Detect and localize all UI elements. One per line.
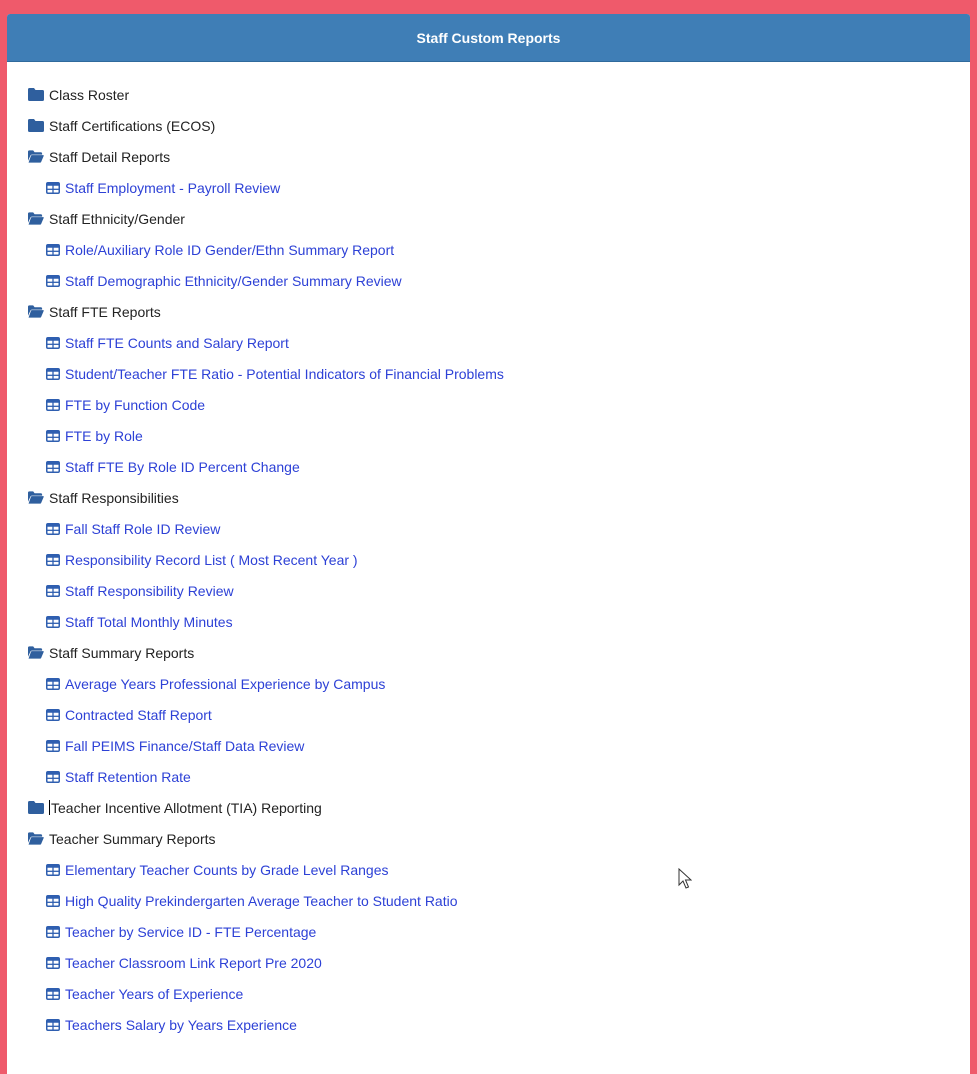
table-icon (46, 615, 60, 628)
report-link[interactable]: Staff Responsibility Review (7, 575, 970, 606)
report-label: Staff Employment - Payroll Review (65, 179, 281, 196)
report-link[interactable]: High Quality Prekindergarten Average Tea… (7, 885, 970, 916)
table-icon (46, 460, 60, 473)
folder-label: Staff Ethnicity/Gender (49, 210, 185, 227)
report-link[interactable]: Teacher Years of Experience (7, 978, 970, 1009)
report-link[interactable]: Elementary Teacher Counts by Grade Level… (7, 854, 970, 885)
folder-label: Staff Detail Reports (49, 148, 171, 165)
tree-folder[interactable]: Staff Responsibilities (7, 482, 970, 513)
folder-open-icon (28, 491, 44, 504)
report-link[interactable]: Fall Staff Role ID Review (7, 513, 970, 544)
report-link[interactable]: Staff Employment - Payroll Review (7, 172, 970, 203)
report-link[interactable]: FTE by Role (7, 420, 970, 451)
folder-label: Teacher Summary Reports (49, 830, 216, 847)
panel-title: Staff Custom Reports (416, 29, 561, 46)
folder-open-icon (28, 212, 44, 225)
report-label: Teachers Salary by Years Experience (65, 1016, 297, 1033)
report-link[interactable]: Teacher Classroom Link Report Pre 2020 (7, 947, 970, 978)
report-link[interactable]: Contracted Staff Report (7, 699, 970, 730)
folder-open-icon (28, 646, 44, 659)
table-icon (46, 553, 60, 566)
tree-folder[interactable]: Class Roster (7, 79, 970, 110)
report-link[interactable]: Teachers Salary by Years Experience (7, 1009, 970, 1040)
table-icon (46, 398, 60, 411)
report-link[interactable]: Staff Retention Rate (7, 761, 970, 792)
tree-folder[interactable]: Staff Detail Reports (7, 141, 970, 172)
table-icon (46, 1018, 60, 1031)
report-label: Elementary Teacher Counts by Grade Level… (65, 861, 389, 878)
report-label: Contracted Staff Report (65, 706, 212, 723)
report-label: FTE by Role (65, 427, 143, 444)
report-label: Teacher Years of Experience (65, 985, 244, 1002)
table-icon (46, 987, 60, 1000)
tree-folder[interactable]: Staff Ethnicity/Gender (7, 203, 970, 234)
table-icon (46, 336, 60, 349)
folder-open-icon (28, 305, 44, 318)
folder-icon (28, 88, 44, 101)
table-icon (46, 274, 60, 287)
report-label: Fall Staff Role ID Review (65, 520, 221, 537)
table-icon (46, 584, 60, 597)
report-label: Teacher by Service ID - FTE Percentage (65, 923, 317, 940)
report-label: FTE by Function Code (65, 396, 206, 413)
report-label: Fall PEIMS Finance/Staff Data Review (65, 737, 305, 754)
report-label: Student/Teacher FTE Ratio - Potential In… (65, 365, 504, 382)
table-icon (46, 243, 60, 256)
folder-open-icon (28, 832, 44, 845)
table-icon (46, 894, 60, 907)
folder-label: Staff Summary Reports (49, 644, 195, 661)
report-link[interactable]: Responsibility Record List ( Most Recent… (7, 544, 970, 575)
table-icon (46, 429, 60, 442)
tree-folder[interactable]: Staff FTE Reports (7, 296, 970, 327)
text-cursor (49, 800, 50, 815)
folder-open-icon (28, 150, 44, 163)
folder-icon (28, 119, 44, 132)
panel-header: Staff Custom Reports (7, 14, 970, 62)
table-icon (46, 367, 60, 380)
tree-folder[interactable]: Staff Summary Reports (7, 637, 970, 668)
report-label: Staff Demographic Ethnicity/Gender Summa… (65, 272, 402, 289)
table-icon (46, 863, 60, 876)
tree-folder[interactable]: Staff Certifications (ECOS) (7, 110, 970, 141)
folder-label: Staff FTE Reports (49, 303, 161, 320)
report-link[interactable]: Staff Demographic Ethnicity/Gender Summa… (7, 265, 970, 296)
report-label: Staff FTE Counts and Salary Report (65, 334, 289, 351)
report-link[interactable]: Average Years Professional Experience by… (7, 668, 970, 699)
table-icon (46, 770, 60, 783)
table-icon (46, 522, 60, 535)
table-icon (46, 181, 60, 194)
folder-label: Class Roster (49, 86, 130, 103)
report-link[interactable]: Staff FTE Counts and Salary Report (7, 327, 970, 358)
tree-folder[interactable]: Teacher Incentive Allotment (TIA) Report… (7, 792, 970, 823)
table-icon (46, 708, 60, 721)
report-label: Role/Auxiliary Role ID Gender/Ethn Summa… (65, 241, 395, 258)
table-icon (46, 956, 60, 969)
report-label: Staff Responsibility Review (65, 582, 234, 599)
table-icon (46, 677, 60, 690)
report-link[interactable]: Teacher by Service ID - FTE Percentage (7, 916, 970, 947)
report-label: Responsibility Record List ( Most Recent… (65, 551, 358, 568)
report-label: Staff Total Monthly Minutes (65, 613, 233, 630)
tree-folder[interactable]: Teacher Summary Reports (7, 823, 970, 854)
table-icon (46, 925, 60, 938)
folder-label: Staff Certifications (ECOS) (49, 117, 216, 134)
report-link[interactable]: Staff Total Monthly Minutes (7, 606, 970, 637)
report-link[interactable]: Fall PEIMS Finance/Staff Data Review (7, 730, 970, 761)
report-label: Teacher Classroom Link Report Pre 2020 (65, 954, 322, 971)
report-label: Staff FTE By Role ID Percent Change (65, 458, 300, 475)
report-link[interactable]: Student/Teacher FTE Ratio - Potential In… (7, 358, 970, 389)
report-link[interactable]: Staff FTE By Role ID Percent Change (7, 451, 970, 482)
folder-label: Teacher Incentive Allotment (TIA) Report… (51, 799, 322, 816)
folder-label: Staff Responsibilities (49, 489, 179, 506)
mouse-pointer-icon (678, 868, 692, 889)
report-label: Staff Retention Rate (65, 768, 191, 785)
report-link[interactable]: Role/Auxiliary Role ID Gender/Ethn Summa… (7, 234, 970, 265)
report-label: High Quality Prekindergarten Average Tea… (65, 892, 458, 909)
staff-custom-reports-panel: Staff Custom Reports Class Roster Staff C… (7, 14, 970, 1074)
report-label: Average Years Professional Experience by… (65, 675, 386, 692)
report-link[interactable]: FTE by Function Code (7, 389, 970, 420)
folder-icon (28, 801, 44, 814)
report-tree: Class Roster Staff Certifications (ECOS) S… (7, 79, 970, 1040)
table-icon (46, 739, 60, 752)
